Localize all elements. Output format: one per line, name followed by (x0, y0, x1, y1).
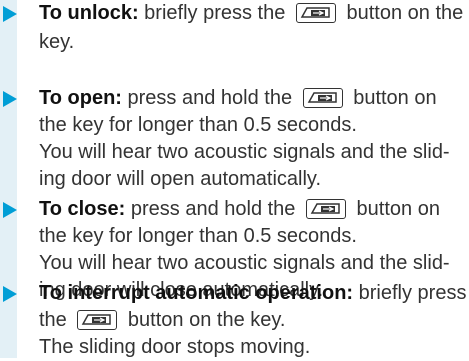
instruction-page: To unlock: briefly press the button on t… (0, 0, 469, 358)
instruction-line: To open: press and hold the button on (39, 85, 437, 112)
accent-bar (0, 0, 17, 358)
triangle-bullet-icon (3, 6, 17, 22)
instruction-lead: To interrupt automatic operation: (39, 282, 354, 304)
instruction-line: To unlock: briefly press the button on t… (39, 0, 463, 27)
instruction-line: To interrupt automatic operation: briefl… (39, 280, 466, 307)
sliding-door-key-button-icon (306, 199, 346, 219)
instruction-line: You will hear two acoustic signals and t… (39, 141, 450, 163)
sliding-door-key-button-icon (302, 88, 343, 108)
instruction-line: the button on the key. (39, 307, 285, 334)
instruction-lead: To close: (39, 198, 126, 220)
triangle-bullet-icon (3, 286, 17, 302)
sliding-door-key-button-icon (77, 310, 118, 330)
instruction-text: the (39, 309, 67, 331)
triangle-bullet-icon (3, 202, 17, 218)
instruction-text: button on the key. (122, 309, 286, 331)
instruction-line: ing door will open automatically. (39, 168, 322, 190)
instruction-lead: To unlock: (39, 2, 139, 24)
instruction-text: button on the (340, 2, 464, 24)
instruction-text: briefly press (353, 282, 467, 304)
instruction-line: The sliding door stops moving. (39, 336, 311, 358)
sliding-door-key-button-icon (295, 3, 336, 23)
instruction-line: the key for longer than 0.5 seconds. (39, 225, 357, 247)
instruction-text: button on (347, 87, 437, 109)
instruction-line: To close: press and hold the button on (39, 196, 440, 223)
instruction-text: press and hold the (125, 198, 296, 220)
instruction-text: button on (351, 198, 440, 220)
instruction-text: briefly press the (138, 2, 286, 24)
instruction-line: You will hear two acoustic signals and t… (39, 252, 450, 274)
instruction-lead: To open: (39, 87, 122, 109)
instruction-line: the key for longer than 0.5 seconds. (39, 114, 357, 136)
triangle-bullet-icon (3, 91, 17, 107)
instruction-text: press and hold the (121, 87, 293, 109)
instruction-line: key. (39, 31, 75, 53)
